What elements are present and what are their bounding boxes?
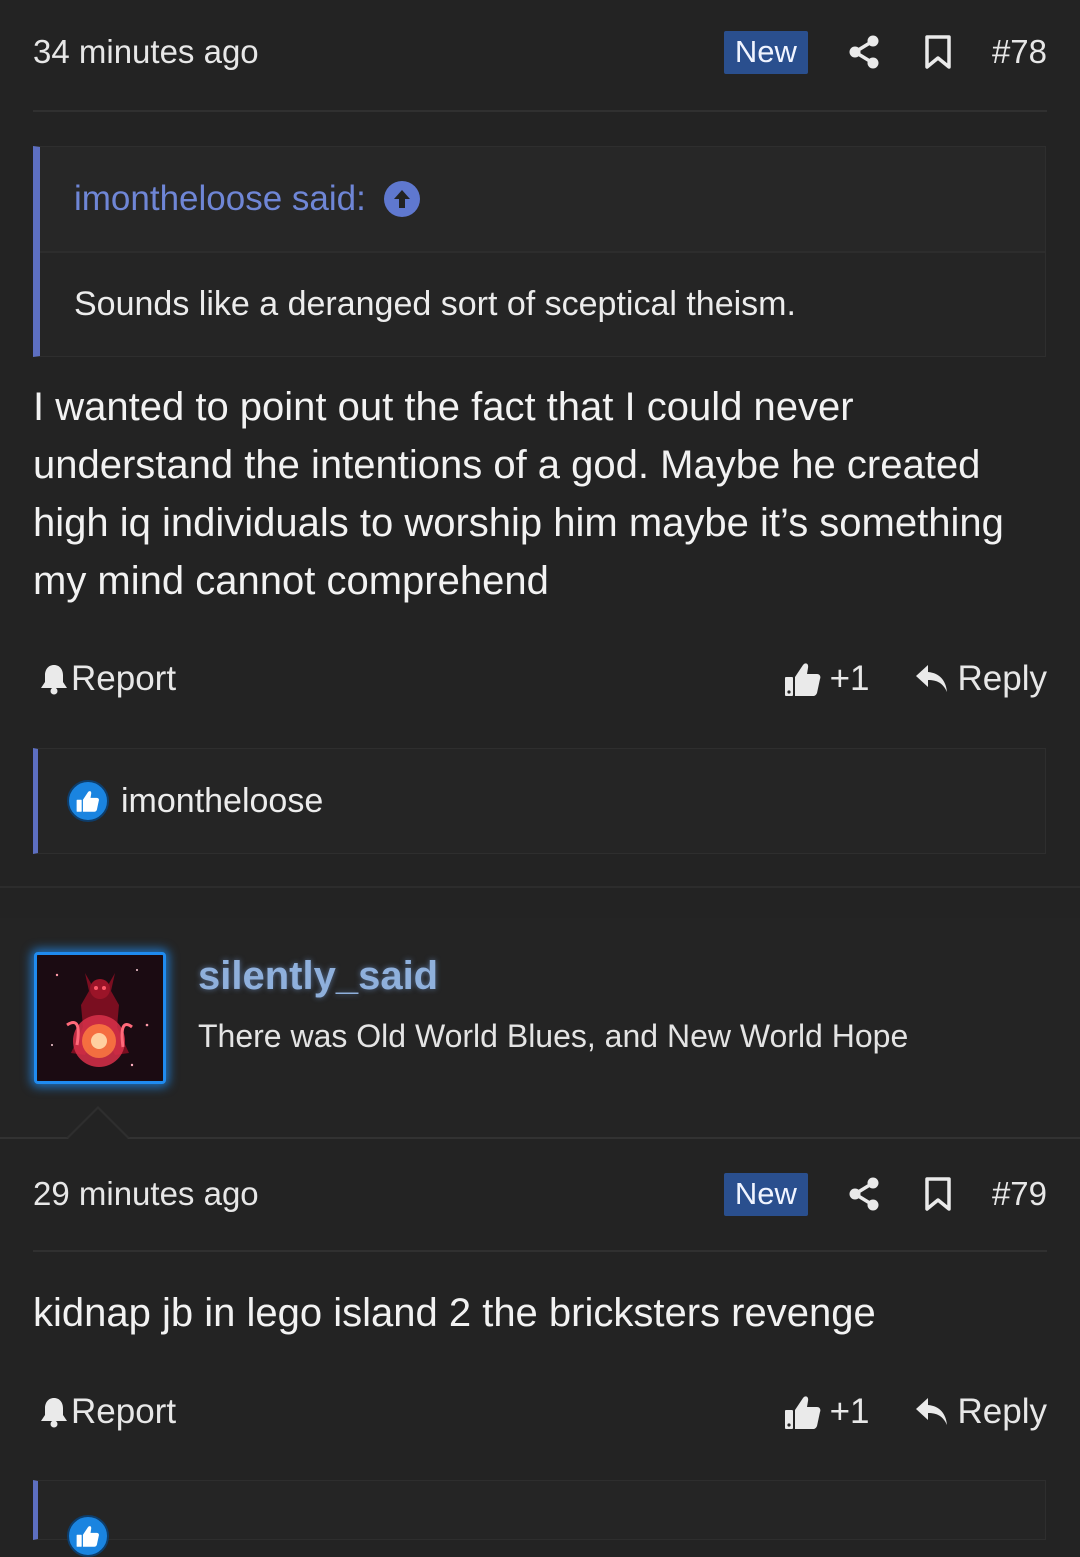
report-button[interactable]: Report: [33, 1392, 784, 1432]
reaction-user-link[interactable]: imontheloose: [121, 782, 323, 821]
reply-button[interactable]: Reply: [914, 1392, 1047, 1432]
quote-author-link[interactable]: imontheloose said:: [74, 179, 366, 219]
share-icon[interactable]: [844, 1174, 884, 1214]
thumbs-up-icon: [784, 663, 820, 696]
new-badge: New: [723, 1172, 808, 1216]
avatar[interactable]: [34, 952, 166, 1084]
reply-icon: [915, 1398, 947, 1425]
report-label: Report: [71, 1392, 177, 1431]
quote-text: Sounds like a deranged sort of sceptical…: [74, 285, 796, 323]
like-button[interactable]: +1: [784, 1392, 870, 1432]
bookmark-icon[interactable]: [918, 32, 958, 72]
post-number[interactable]: #78: [992, 33, 1047, 71]
post-body: kidnap jb in lego island 2 the brickster…: [33, 1291, 876, 1335]
bell-icon: [41, 665, 67, 695]
divider: [33, 110, 1047, 112]
like-reaction-icon: [67, 1515, 109, 1557]
author-username[interactable]: silently_said: [198, 954, 438, 999]
like-button[interactable]: +1: [784, 659, 870, 699]
reply-label: Reply: [957, 659, 1047, 698]
author-title: There was Old World Blues, and New World…: [198, 1018, 909, 1054]
report-label: Report: [71, 659, 177, 698]
author-header: silently_said There was Old World Blues,…: [0, 918, 1080, 1139]
quote-block: imontheloose said: Sounds like a derange…: [33, 146, 1046, 357]
bell-icon: [41, 1398, 67, 1428]
post-body: I wanted to point out the fact that I co…: [33, 385, 1004, 603]
post-actions: Report +1 Reply: [33, 1382, 1047, 1442]
like-reaction-icon: [67, 780, 109, 822]
thumbs-up-icon: [784, 1396, 820, 1429]
like-count: +1: [829, 1392, 870, 1431]
quote-header: imontheloose said:: [40, 147, 1045, 253]
like-count: +1: [829, 659, 870, 698]
bookmark-icon[interactable]: [918, 1174, 958, 1214]
share-icon[interactable]: [844, 32, 884, 72]
post-time[interactable]: 29 minutes ago: [33, 1175, 724, 1213]
report-button[interactable]: Report: [33, 659, 784, 699]
reply-label: Reply: [957, 1392, 1047, 1431]
post-actions: Report +1 Reply: [33, 649, 1047, 709]
author-pointer-fill: [68, 1109, 128, 1139]
reactions-bar[interactable]: imontheloose: [33, 748, 1046, 854]
reactions-bar[interactable]: [33, 1480, 1046, 1557]
arrow-up-icon[interactable]: [383, 181, 420, 217]
post-number[interactable]: #79: [992, 1175, 1047, 1213]
divider: [33, 1250, 1047, 1252]
reply-button[interactable]: Reply: [914, 659, 1047, 699]
reply-icon: [915, 665, 947, 692]
post-separator: [0, 886, 1080, 920]
post-79-meta: 29 minutes ago New #79: [33, 1164, 1047, 1224]
new-badge: New: [723, 30, 808, 74]
post-78-meta: 34 minutes ago New #78: [33, 22, 1047, 82]
post-time[interactable]: 34 minutes ago: [33, 33, 724, 71]
